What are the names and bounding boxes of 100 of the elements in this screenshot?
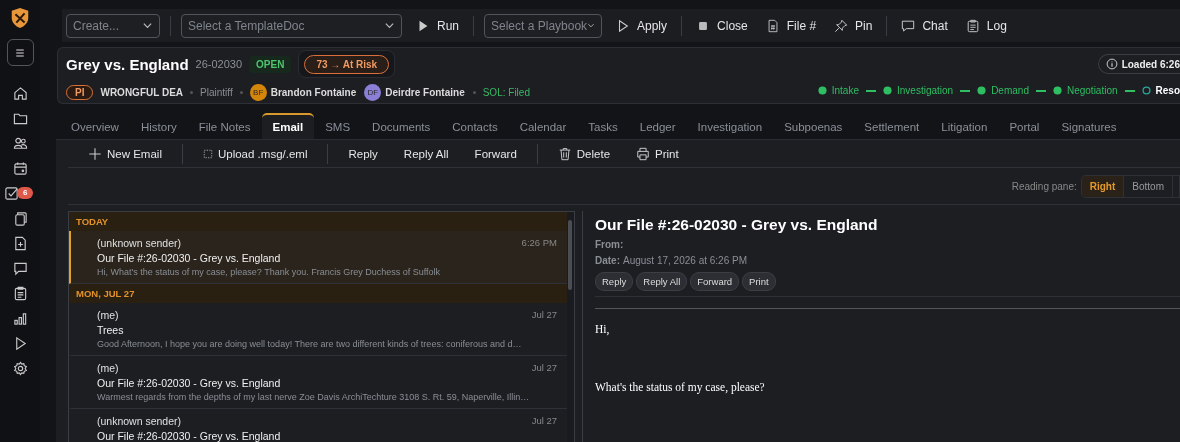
email-list-item[interactable]: (me) Jul 27 Our File #:26-02030 - Grey vs. England Warmest regards from the depths of my last nerve Zoe Davis ArchiTechture 3108 S. Rt. 59, Naperville, Illin… [69, 356, 567, 409]
case-title: Grey vs. England [66, 55, 189, 73]
email-time: Jul 27 [531, 415, 557, 427]
stage-label: Reso [1155, 85, 1180, 96]
person-name: Brandon Fontaine [270, 87, 357, 98]
email-action-button[interactable]: Forward [468, 147, 523, 160]
email-preview: Warmest regards from the depths of my last nerve Zoe Davis ArchiTechture 3108 S. Rt. 59, Naperville, Illin… [97, 392, 531, 402]
message-action-button[interactable]: Forward [690, 272, 740, 291]
tab[interactable]: Overview [60, 113, 130, 139]
toolbar-button[interactable]: Chat [897, 13, 952, 38]
avatar-circle: BF [249, 84, 267, 101]
play-outline-icon [616, 18, 630, 33]
tab[interactable]: Tasks [577, 113, 629, 139]
practice-area-badge: PI [66, 85, 94, 100]
toolbar-button[interactable]: Pin [830, 13, 877, 38]
email-action-button[interactable]: Print [630, 146, 685, 161]
from-label: From: [595, 239, 624, 250]
tab[interactable]: Litigation [930, 113, 999, 139]
tab[interactable]: Calendar [508, 113, 578, 139]
stage-label: Demand [991, 85, 1029, 96]
dashed-square-icon [202, 148, 213, 159]
reading-pane-option[interactable]: Right [1081, 175, 1125, 197]
bar-chart-icon[interactable] [12, 311, 28, 326]
toolbar-button[interactable]: Apply [612, 13, 672, 38]
date-label: Date: [595, 255, 620, 266]
tab[interactable]: Settlement [853, 113, 931, 139]
message-action-button[interactable]: Reply All [636, 272, 688, 291]
email-subject: Trees [97, 324, 125, 336]
tab[interactable]: Portal [998, 113, 1051, 139]
email-action-button[interactable]: Reply [342, 147, 384, 160]
checkbox-icon[interactable] [4, 186, 19, 201]
tab[interactable]: Signatures [1050, 113, 1128, 139]
sol-status: SOL: Filed [482, 87, 530, 98]
file-icon [765, 18, 780, 33]
menu-icon [14, 46, 26, 59]
file-plus-icon[interactable] [12, 236, 28, 251]
loaded-time: Loaded 6:26 [1121, 58, 1180, 70]
chat-icon[interactable] [12, 261, 28, 276]
home-icon[interactable] [12, 86, 28, 101]
stage-label: Negotiation [1066, 85, 1118, 96]
menu-button[interactable] [6, 39, 34, 66]
email-time: Jul 27 [531, 362, 557, 374]
email-sender: (me) [97, 362, 119, 374]
copy-icon[interactable] [12, 211, 28, 226]
date-group-header: MON, JUL 27 [69, 284, 567, 303]
email-action-button[interactable]: New Email [82, 146, 168, 161]
email-preview: Good Afternoon, I hope you are doing well today! There are two different kinds of trees: coniferous and d… [97, 339, 523, 349]
select-dropdown[interactable]: Select a TemplateDoc [181, 13, 402, 38]
tab[interactable]: File Notes [187, 113, 262, 139]
toolbar-button[interactable]: Run [412, 13, 463, 38]
case-type: WRONGFUL DEA [100, 87, 184, 98]
case-number: 26-02030 [195, 58, 243, 70]
email-sender: (unknown sender) [97, 237, 182, 249]
settings-icon[interactable] [12, 361, 28, 376]
tab[interactable]: History [129, 113, 188, 139]
toolbar-button[interactable]: File # [761, 13, 821, 38]
email-action-button[interactable]: Reply All [397, 147, 455, 160]
message-paragraph: Hi, [595, 323, 611, 335]
email-action-button[interactable]: Upload .msg/.eml [196, 147, 314, 160]
folder-icon[interactable] [12, 111, 28, 126]
email-sender: (unknown sender) [97, 415, 182, 427]
email-subject: Our File #:26-02030 - Grey vs. England [97, 430, 282, 442]
reading-pane-option[interactable]: Bottom [1124, 175, 1173, 197]
reading-pane-label: Reading pane: [1011, 180, 1077, 192]
email-time: Jul 27 [531, 309, 557, 321]
email-subject: Our File #:26-02030 - Grey vs. England [97, 377, 282, 389]
scrollbar-thumb[interactable] [568, 220, 572, 290]
tab[interactable]: Subpoenas [773, 113, 854, 139]
pin-icon [834, 18, 849, 33]
status-badge: OPEN [249, 55, 292, 73]
email-subject: Our File #:26-02030 - Grey vs. England [97, 252, 282, 264]
select-dropdown[interactable]: Select a Playbook [484, 13, 602, 38]
info-icon [1105, 58, 1118, 70]
avatar-circle: DF [364, 84, 382, 101]
select-dropdown[interactable]: Create... [66, 13, 160, 38]
message-action-button[interactable]: Print [742, 272, 776, 291]
toolbar-button[interactable]: Close [692, 13, 752, 38]
calendar-icon[interactable] [12, 161, 28, 176]
clipboard-icon [965, 18, 980, 33]
message-action-button[interactable]: Reply [595, 272, 634, 291]
email-sender: (me) [97, 309, 119, 321]
toolbar-button[interactable]: Log [961, 13, 1011, 38]
people-icon[interactable] [12, 136, 28, 151]
clipboard-icon[interactable] [12, 286, 28, 301]
message-title: Our File #:26-02030 - Grey vs. England [595, 216, 879, 234]
tab[interactable]: Investigation [686, 113, 774, 139]
risk-score-badge: 73 → At Risk [304, 55, 390, 74]
shield-logo-icon [9, 7, 31, 29]
email-preview: Hi, What's the status of my case, please? Thank you. Francis Grey Duchess of Suffolk [97, 267, 442, 277]
print-icon [636, 146, 651, 161]
message-paragraph: What's the status of my case, please? [595, 381, 766, 393]
chat-icon [901, 18, 916, 33]
tab[interactable]: Documents [361, 113, 442, 139]
email-list-item[interactable]: (unknown sender) 6:26 PM Our File #:26-02030 - Grey vs. England Hi, What's the status of my case, please? Thank you. Francis Grey Duchess of Suffolk [69, 231, 567, 284]
tab[interactable]: SMS [314, 113, 362, 139]
tab[interactable]: Email [261, 113, 315, 139]
email-action-button[interactable]: Delete [551, 146, 617, 161]
tab[interactable]: Ledger [628, 113, 687, 139]
email-list-item[interactable]: (me) Jul 27 Trees Good Afternoon, I hope you are doing well today! There are two different kinds of trees: coniferous and d… [69, 303, 567, 356]
tab[interactable]: Contacts [441, 113, 509, 139]
